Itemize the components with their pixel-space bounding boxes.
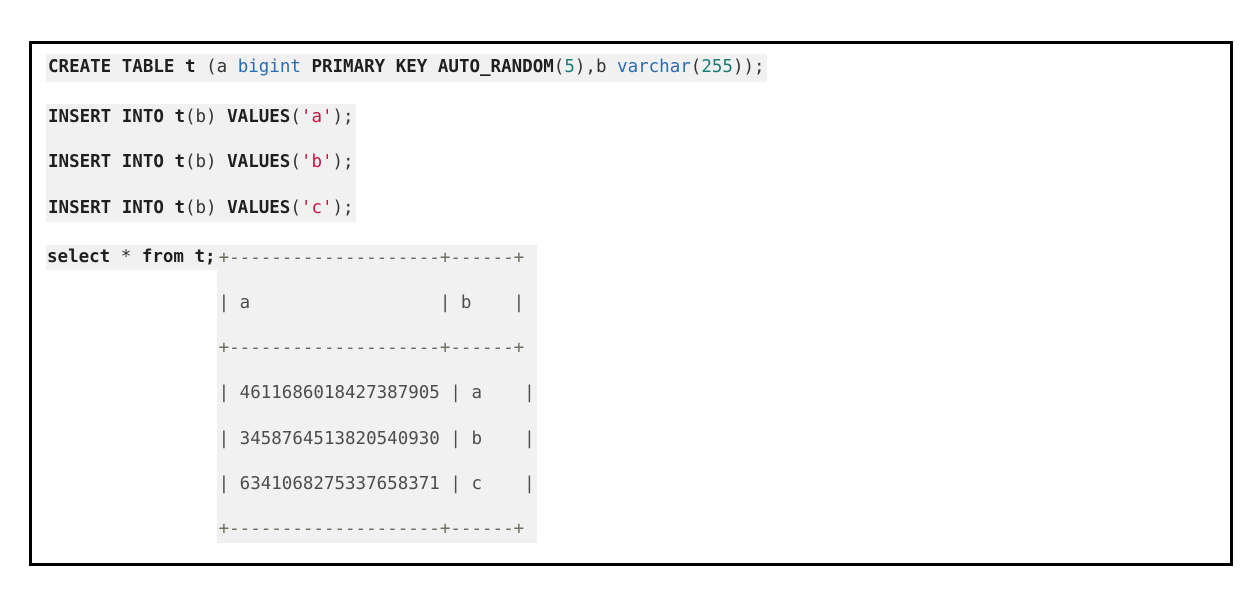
insert-line-3: INSERT INTO t(b) VALUES('c');: [48, 197, 354, 220]
insert-columns-3: (b): [184, 197, 217, 218]
create-table-code-block[interactable]: CREATE TABLE t (a bigint PRIMARY KEY AUT…: [46, 54, 1216, 82]
values-keyword-2: VALUES: [216, 152, 291, 173]
values-open-paren-3: (: [290, 197, 301, 218]
result-header-row: | a | b |: [218, 292, 525, 313]
shard-bits-value: 5: [564, 57, 575, 77]
result-mid-rule: +--------------------+------+: [218, 338, 525, 359]
varchar-type-token: varchar: [617, 57, 691, 77]
insert-line-2: INSERT INTO t(b) VALUES('b');: [48, 151, 354, 174]
shard-bits-open-paren: (: [553, 57, 565, 77]
insert-string-value-3: 'c': [300, 197, 333, 218]
result-table-row-1: | 4611686018427387905 | a |: [218, 383, 535, 404]
insert-statements-highlight: INSERT INTO t(b) VALUES('a'); INSERT INT…: [46, 104, 356, 223]
create-table-identifier: t: [184, 57, 196, 77]
insert-string-value-2: 'b': [300, 152, 333, 173]
varchar-open-paren: (: [690, 57, 702, 77]
primary-key-auto-random-keyword: PRIMARY KEY AUTO_RANDOM: [300, 57, 554, 77]
insert-table-name-3: t: [163, 197, 185, 218]
values-close-paren-1: );: [332, 107, 354, 128]
insert-string-value-1: 'a': [300, 107, 333, 128]
select-statement-highlight: select * from t;: [46, 244, 217, 271]
select-query-code-block[interactable]: select * from t; +--------------------+--…: [46, 244, 1216, 544]
insert-line-1: INSERT INTO t(b) VALUES('a');: [48, 106, 354, 129]
insert-columns-2: (b): [184, 152, 217, 173]
code-figure-inner: CREATE TABLE t (a bigint PRIMARY KEY AUT…: [32, 44, 1230, 563]
column-b-name: b: [595, 57, 618, 77]
screenshot-canvas: CREATE TABLE t (a bigint PRIMARY KEY AUT…: [0, 0, 1252, 602]
column-a-name: a: [216, 57, 238, 77]
values-close-paren-3: );: [332, 197, 354, 218]
result-top-rule: +--------------------+------+: [218, 247, 525, 268]
create-table-name: [174, 57, 185, 77]
result-table-highlight: +--------------------+------+ | a | b | …: [216, 244, 537, 544]
varchar-close-paren: ));: [732, 57, 765, 77]
select-statement-line: select * from t;: [47, 246, 216, 269]
create-table-keyword: CREATE TABLE: [48, 57, 175, 77]
insert-statements-code-block[interactable]: INSERT INTO t(b) VALUES('a'); INSERT INT…: [46, 104, 1216, 223]
bigint-type-token: bigint: [237, 57, 301, 77]
insert-table-name-1: t: [163, 107, 185, 128]
insert-into-keyword-2: INSERT INTO: [48, 152, 164, 173]
insert-into-keyword-1: INSERT INTO: [48, 107, 164, 128]
values-open-paren-2: (: [290, 152, 301, 173]
result-table-row-2: | 3458764513820540930 | b |: [218, 428, 535, 449]
create-table-line: CREATE TABLE t (a bigint PRIMARY KEY AUT…: [48, 56, 765, 79]
insert-into-keyword-3: INSERT INTO: [48, 197, 164, 218]
result-bottom-rule: +--------------------+------+: [218, 518, 525, 539]
select-star: *: [110, 246, 142, 267]
insert-columns-1: (b): [184, 107, 217, 128]
create-table-highlight: CREATE TABLE t (a bigint PRIMARY KEY AUT…: [46, 54, 767, 82]
result-table-row-3: | 6341068275337658371 | c |: [218, 473, 535, 494]
create-open-paren: (: [195, 57, 217, 77]
shard-bits-close-paren: ),: [574, 57, 596, 77]
insert-table-name-2: t: [163, 152, 185, 173]
values-keyword-1: VALUES: [216, 107, 291, 128]
values-keyword-3: VALUES: [216, 197, 291, 218]
select-keyword: select: [47, 246, 111, 267]
values-close-paren-2: );: [332, 152, 354, 173]
values-open-paren-1: (: [290, 107, 301, 128]
code-figure-frame: CREATE TABLE t (a bigint PRIMARY KEY AUT…: [29, 41, 1233, 566]
varchar-length-value: 255: [701, 57, 733, 77]
from-clause: from t;: [141, 246, 216, 267]
